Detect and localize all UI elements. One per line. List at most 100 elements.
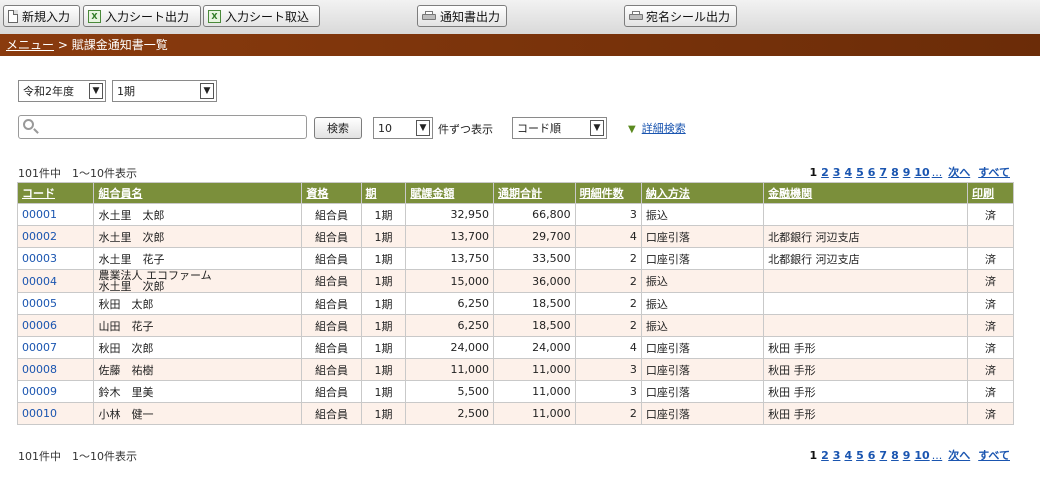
cell-member-name: 小林 健一 bbox=[93, 402, 303, 425]
cell-code[interactable]: 00008 bbox=[16, 358, 95, 381]
cell-code[interactable]: 00001 bbox=[16, 203, 95, 226]
page-ellipsis-link[interactable]: ... bbox=[932, 166, 943, 179]
cell-print-status: 済 bbox=[967, 247, 1014, 270]
cell-qualification: 組合員 bbox=[301, 269, 362, 293]
cell-code[interactable]: 00003 bbox=[16, 247, 95, 270]
page-link[interactable]: 4 bbox=[844, 449, 852, 462]
column-header-code[interactable]: コード bbox=[16, 182, 95, 204]
cell-bank bbox=[763, 203, 969, 226]
cell-payment-method: 振込 bbox=[640, 269, 765, 293]
table-row[interactable]: 00010 小林 健一 組合員 1期 2,500 11,000 2 口座引落 秋田 手形済 bbox=[16, 402, 1014, 425]
page-link[interactable]: 6 bbox=[868, 166, 876, 179]
cell-code[interactable]: 00009 bbox=[16, 380, 95, 403]
cell-print-status: 済 bbox=[967, 292, 1014, 315]
table-row[interactable]: 00002 水土里 次郎 組合員 1期 13,700 29,700 4 口座引落 北都銀行 河辺… bbox=[16, 225, 1014, 248]
per-page-select[interactable]: 10 ▼ bbox=[373, 117, 433, 139]
page-link[interactable]: 4 bbox=[844, 166, 852, 179]
table-row[interactable]: 00003 水土里 花子 組合員 1期 13,750 33,500 2 口座引落 北都銀行 河辺… bbox=[16, 247, 1014, 270]
page-link[interactable]: 8 bbox=[891, 449, 899, 462]
cell-print-status bbox=[967, 225, 1014, 248]
page-link[interactable]: 7 bbox=[879, 449, 887, 462]
column-header-levy-amount[interactable]: 賦課金額 bbox=[405, 182, 495, 204]
cell-member-name: 佐藤 祐樹 bbox=[93, 358, 303, 381]
cell-annual-total: 11,000 bbox=[493, 380, 576, 403]
table-row[interactable]: 00008 佐藤 祐樹 組合員 1期 11,000 11,000 3 口座引落 秋田 手形済 bbox=[16, 358, 1014, 381]
column-header-print-status[interactable]: 印刷 bbox=[967, 182, 1014, 204]
sheet-output-button[interactable]: X 入力シート出力 bbox=[83, 5, 201, 27]
year-select[interactable]: 令和2年度 ▼ bbox=[18, 80, 106, 102]
table-row[interactable]: 00006 山田 花子 組合員 1期 6,250 18,500 2 振込 済 bbox=[16, 314, 1014, 337]
search-input[interactable] bbox=[18, 115, 307, 139]
cell-annual-total: 66,800 bbox=[493, 203, 576, 226]
table-row[interactable]: 00001 水土里 太郎 組合員 1期 32,950 66,800 3 振込 済 bbox=[16, 203, 1014, 226]
column-header-member-name[interactable]: 組合員名 bbox=[93, 182, 303, 204]
page-link[interactable]: 9 bbox=[903, 166, 911, 179]
cell-code[interactable]: 00010 bbox=[16, 402, 95, 425]
cell-bank bbox=[763, 314, 969, 337]
notice-output-button[interactable]: 通知書出力 bbox=[417, 5, 507, 27]
sort-order-value: コード順 bbox=[517, 122, 561, 135]
next-page-link[interactable]: 次へ bbox=[948, 166, 970, 179]
label-output-button[interactable]: 宛名シール出力 bbox=[624, 5, 737, 27]
cell-bank: 秋田 手形 bbox=[763, 380, 969, 403]
chevron-down-icon: ▼ bbox=[416, 120, 430, 136]
cell-code[interactable]: 00002 bbox=[16, 225, 95, 248]
page-link[interactable]: 7 bbox=[879, 166, 887, 179]
page-link[interactable]: 8 bbox=[891, 166, 899, 179]
table-row[interactable]: 00005 秋田 太郎 組合員 1期 6,250 18,500 2 振込 済 bbox=[16, 292, 1014, 315]
column-header-term[interactable]: 期 bbox=[360, 182, 407, 204]
cell-levy-amount: 13,700 bbox=[405, 225, 495, 248]
page-link[interactable]: 2 bbox=[821, 166, 829, 179]
cell-code[interactable]: 00005 bbox=[16, 292, 95, 315]
table-row[interactable]: 00004 農業法人 エコファーム 水土里 次郎 組合員 1期 15,000 36,000… bbox=[16, 269, 1014, 293]
cell-bank: 秋田 手形 bbox=[763, 358, 969, 381]
page-link[interactable]: 2 bbox=[821, 449, 829, 462]
page-link[interactable]: 3 bbox=[833, 166, 841, 179]
advanced-search-link[interactable]: ▼ 詳細検索 bbox=[628, 120, 686, 136]
cell-member-name: 秋田 太郎 bbox=[93, 292, 303, 315]
cell-bank bbox=[763, 292, 969, 315]
show-all-link[interactable]: すべて bbox=[978, 449, 1010, 462]
show-all-link[interactable]: すべて bbox=[978, 166, 1010, 179]
page-link[interactable]: 5 bbox=[856, 166, 864, 179]
cell-detail-count: 3 bbox=[574, 358, 642, 381]
cell-qualification: 組合員 bbox=[301, 358, 362, 381]
document-icon bbox=[8, 9, 18, 23]
column-header-payment-method[interactable]: 納入方法 bbox=[640, 182, 765, 204]
page-link[interactable]: 6 bbox=[868, 449, 876, 462]
sort-order-select[interactable]: コード順 ▼ bbox=[512, 117, 607, 139]
term-select-value: 1期 bbox=[117, 85, 135, 98]
cell-detail-count: 2 bbox=[574, 292, 642, 315]
page-link[interactable]: 3 bbox=[833, 449, 841, 462]
breadcrumb-menu-link[interactable]: メニュー bbox=[6, 38, 54, 52]
cell-code[interactable]: 00004 bbox=[16, 269, 95, 293]
column-header-annual-total[interactable]: 通期合計 bbox=[493, 182, 576, 204]
page-ellipsis-link[interactable]: ... bbox=[932, 449, 943, 462]
search-icon bbox=[23, 119, 34, 130]
sheet-import-button[interactable]: X 入力シート取込 bbox=[203, 5, 320, 27]
column-header-bank[interactable]: 金融機関 bbox=[763, 182, 969, 204]
search-button[interactable]: 検索 bbox=[314, 117, 362, 139]
cell-bank bbox=[763, 269, 969, 293]
term-select[interactable]: 1期 ▼ bbox=[112, 80, 217, 102]
cell-annual-total: 29,700 bbox=[493, 225, 576, 248]
cell-term: 1期 bbox=[360, 380, 407, 403]
page-link[interactable]: 10 bbox=[914, 166, 929, 179]
cell-code[interactable]: 00006 bbox=[16, 314, 95, 337]
page-link[interactable]: 10 bbox=[914, 449, 929, 462]
cell-qualification: 組合員 bbox=[301, 314, 362, 337]
cell-qualification: 組合員 bbox=[301, 292, 362, 315]
cell-member-name: 農業法人 エコファーム 水土里 次郎 bbox=[93, 269, 303, 293]
table-row[interactable]: 00007 秋田 次郎 組合員 1期 24,000 24,000 4 口座引落 秋田 手形済 bbox=[16, 336, 1014, 359]
cell-levy-amount: 6,250 bbox=[405, 292, 495, 315]
table-row[interactable]: 00009 鈴木 里美 組合員 1期 5,500 11,000 3 口座引落 秋田 手形済 bbox=[16, 380, 1014, 403]
next-page-link[interactable]: 次へ bbox=[948, 449, 970, 462]
column-header-qualification[interactable]: 資格 bbox=[301, 182, 362, 204]
new-entry-button[interactable]: 新規入力 bbox=[3, 5, 80, 27]
cell-member-name: 水土里 花子 bbox=[93, 247, 303, 270]
page-link[interactable]: 5 bbox=[856, 449, 864, 462]
cell-bank: 秋田 手形 bbox=[763, 336, 969, 359]
page-link[interactable]: 9 bbox=[903, 449, 911, 462]
cell-code[interactable]: 00007 bbox=[16, 336, 95, 359]
column-header-detail-count[interactable]: 明細件数 bbox=[574, 182, 642, 204]
